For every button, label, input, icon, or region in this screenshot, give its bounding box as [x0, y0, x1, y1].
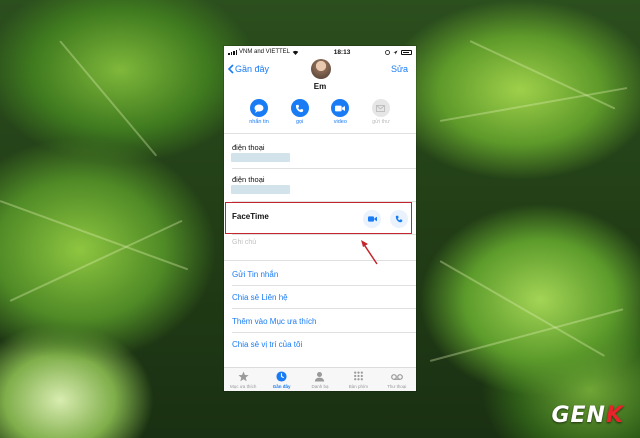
genk-logo: GENK	[551, 403, 624, 428]
pointer-arrow	[361, 240, 378, 265]
